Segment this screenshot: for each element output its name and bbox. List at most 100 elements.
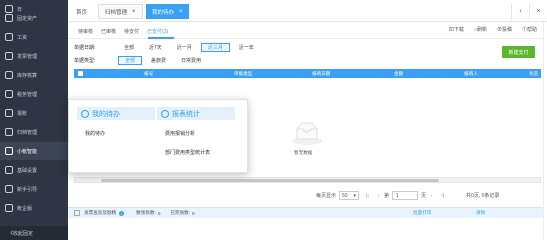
- help-button[interactable]: ⑦帮助: [522, 26, 537, 33]
- sidebar-item-label: 税务管理: [17, 91, 38, 98]
- sidebar-item-label: 固定资产: [17, 15, 38, 22]
- column-header-amount[interactable]: 金额: [394, 71, 403, 77]
- subtab-active-indicator: [148, 37, 174, 39]
- first-page-icon[interactable]: |‹: [363, 191, 372, 200]
- sidebar-item-guide[interactable]: 新手引导: [0, 180, 68, 198]
- last-page-icon[interactable]: ›|: [438, 191, 447, 200]
- close-all-icon[interactable]: ×: [529, 4, 547, 19]
- popup-link-expense-analysis[interactable]: 费用报销分析: [165, 130, 195, 137]
- select-all-checkbox[interactable]: [78, 71, 83, 76]
- sidebar-item-inventory[interactable]: 库存核算: [0, 66, 68, 84]
- tab-bar: 首页 归档管理 × 我的待办 × ‹ ×: [68, 0, 547, 22]
- column-header-claimant[interactable]: 报销人: [464, 71, 478, 77]
- tab-bar-controls: ‹ ×: [511, 4, 547, 19]
- subtab-pending-payment[interactable]: 待支付: [124, 28, 139, 35]
- date-option-all[interactable]: 全部: [118, 43, 140, 52]
- column-header-status[interactable]: 状态: [529, 71, 538, 77]
- invoice-check-title: 发票查验及勘精: [84, 210, 117, 215]
- todo-icon: [81, 109, 89, 118]
- sidebar-item-archive[interactable]: 归档管理: [0, 123, 68, 141]
- archive-icon: [5, 128, 13, 136]
- subtab-pending-review[interactable]: 待审核: [78, 28, 93, 35]
- download-button[interactable]: 凹下载: [449, 26, 464, 33]
- column-header-type[interactable]: 单据类型: [234, 71, 252, 77]
- popup-col-reports: 报表统计: [157, 107, 235, 120]
- prev-page-icon[interactable]: ‹: [374, 191, 383, 200]
- date-option-1y[interactable]: 近一年: [233, 43, 260, 52]
- sidebar-item-salary[interactable]: 工资: [0, 28, 68, 46]
- empty-state-text: 暂无数据: [294, 150, 313, 155]
- sidebar-item-invoice[interactable]: 发票管理: [0, 47, 68, 65]
- popup-link-dept-expense-stats[interactable]: 部门费用类型统计表: [165, 149, 210, 156]
- chevron-left-icon[interactable]: ‹: [511, 4, 529, 19]
- horizontal-scrollbar[interactable]: [74, 177, 541, 183]
- subtab-reviewed[interactable]: 已审核: [101, 28, 116, 35]
- popup-title: 报表统计: [172, 110, 200, 118]
- sidebar-collapse-button[interactable]: 《收起固定: [0, 226, 68, 240]
- edition-icon: [5, 204, 13, 212]
- count-value: 0: [157, 210, 161, 216]
- date-option-7d[interactable]: 近7天: [143, 43, 168, 52]
- checkbox[interactable]: [74, 210, 80, 216]
- type-option-travel[interactable]: 差旅费: [145, 56, 172, 65]
- batch-print-link[interactable]: 批量打印: [413, 210, 431, 216]
- divider: [68, 38, 547, 39]
- column-header-number[interactable]: 报号: [144, 71, 153, 77]
- guide-icon: [5, 185, 13, 193]
- sidebar-item-label: 帐企版: [17, 205, 33, 212]
- type-filter-label: 单据类型:: [74, 57, 96, 64]
- type-option-daily[interactable]: 日常费用: [175, 56, 207, 65]
- status-subtabs: 待审核 已审核 待支付 已支付(3): [78, 28, 176, 35]
- sidebar-item-tax[interactable]: 税务管理: [0, 85, 68, 103]
- page-label: 第: [384, 193, 390, 199]
- sidebar-item-settings[interactable]: 基础设置: [0, 161, 68, 179]
- smart-icon: [5, 147, 13, 155]
- new-payment-button[interactable]: 新建支付: [502, 46, 535, 58]
- popup-link-my-todo[interactable]: 我的待办: [85, 130, 105, 137]
- clear-link[interactable]: 清除: [476, 210, 485, 216]
- tab-archive-management[interactable]: 归档管理 ×: [98, 4, 143, 19]
- popup-header-reports: 报表统计: [157, 107, 235, 120]
- chevron-down-icon: ▾: [353, 192, 357, 199]
- sidebar-item-label: 工资: [17, 34, 28, 41]
- count-label: 数张张数:: [136, 210, 156, 215]
- close-icon[interactable]: ×: [179, 9, 183, 15]
- per-page-label: 每页显示: [316, 193, 337, 199]
- vertical-scrollbar[interactable]: [543, 22, 547, 240]
- popup-title: 我的待办: [92, 110, 120, 118]
- subtab-paid[interactable]: 已支付(3): [147, 28, 168, 35]
- date-option-1m[interactable]: 近一月: [171, 43, 198, 52]
- close-icon[interactable]: ×: [132, 9, 136, 15]
- date-filter-label: 单据日期:: [74, 44, 96, 51]
- sidebar-item-smart[interactable]: 小帐智能: [0, 142, 68, 160]
- invoice-icon: [5, 52, 13, 60]
- refresh-button[interactable]: ○刷新: [474, 26, 487, 33]
- tab-my-todo[interactable]: 我的待办 ×: [146, 4, 189, 19]
- type-option-all[interactable]: 全部: [118, 55, 143, 65]
- submit-button[interactable]: ⊕投稿: [497, 26, 512, 33]
- info-icon[interactable]: i: [119, 210, 125, 216]
- popup-header-todo: 我的待办: [77, 107, 155, 120]
- reimburse-icon: [5, 109, 13, 117]
- page-input[interactable]: 1: [392, 191, 419, 200]
- column-header-date[interactable]: 报销日期: [312, 71, 330, 77]
- scrollbar-thumb[interactable]: [101, 179, 439, 182]
- toolbar: 凹下载 ○刷新 ⊕投稿 ⑦帮助: [439, 26, 537, 33]
- sidebar-item-reimburse[interactable]: 报账: [0, 104, 68, 122]
- done-label: 已完张数:: [170, 210, 191, 215]
- sidebar-item-label: 发票管理: [17, 53, 38, 60]
- tab-label: 归档管理: [105, 9, 128, 16]
- sidebar-item-label: 报账: [17, 110, 28, 117]
- sidebar-item-edition[interactable]: 帐企版: [0, 199, 68, 217]
- page-summary: 共0页, 0条记录: [466, 193, 500, 199]
- date-filter: 单据日期: 全部 近7天 近一月 近三月 近一年: [74, 42, 263, 52]
- tab-label: 我的待办: [152, 9, 175, 16]
- sidebar-item-fixed-assets[interactable]: 固定资产: [0, 9, 68, 27]
- next-page-icon[interactable]: ›: [427, 191, 436, 200]
- date-option-3m[interactable]: 近三月: [200, 42, 230, 52]
- tab-home[interactable]: 首页: [70, 4, 93, 19]
- tax-icon: [5, 90, 13, 98]
- quick-menu-popup: 我的待办 我的待办 报表统计 费用报销分析 部门费用类型统计表: [68, 99, 248, 173]
- per-page-select[interactable]: 50 ▾: [339, 191, 360, 200]
- salary-icon: [5, 33, 13, 41]
